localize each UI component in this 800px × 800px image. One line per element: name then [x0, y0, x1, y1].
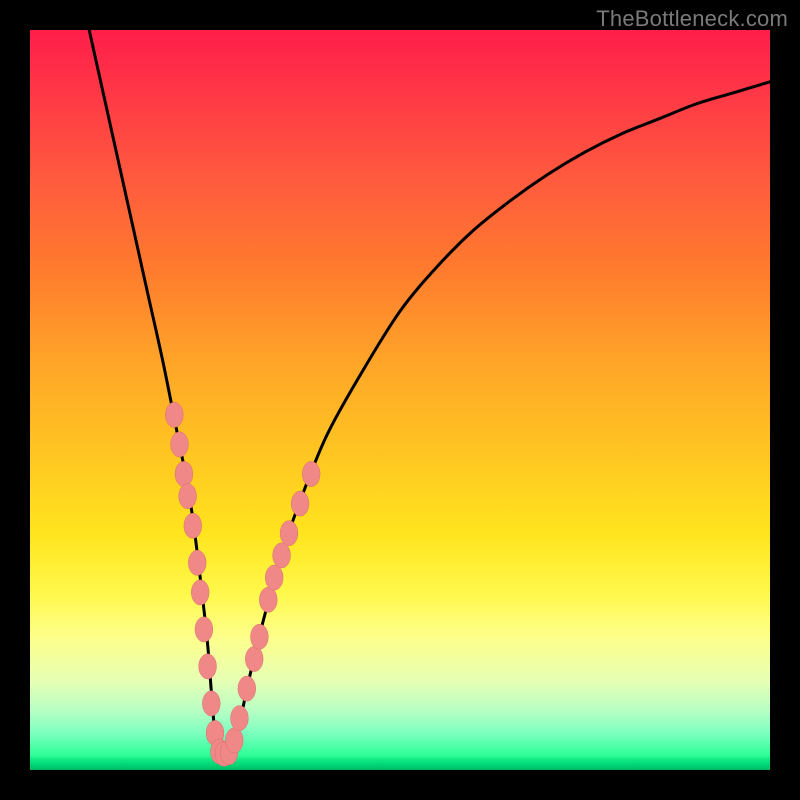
data-marker: [265, 565, 283, 590]
data-marker: [225, 728, 243, 753]
data-marker: [251, 624, 269, 649]
data-marker: [238, 676, 256, 701]
data-marker: [191, 580, 209, 605]
data-marker: [165, 402, 183, 427]
data-marker: [231, 706, 249, 731]
data-marker: [199, 654, 217, 679]
plot-area: [30, 30, 770, 770]
data-marker: [259, 587, 277, 612]
data-marker: [188, 550, 206, 575]
data-marker: [202, 691, 220, 716]
data-marker: [195, 617, 213, 642]
data-markers: [165, 402, 320, 766]
data-marker: [280, 521, 298, 546]
chart-svg: [30, 30, 770, 770]
data-marker: [302, 461, 320, 486]
data-marker: [179, 484, 197, 509]
bottleneck-curve: [89, 30, 770, 758]
outer-frame: TheBottleneck.com: [0, 0, 800, 800]
data-marker: [245, 646, 263, 671]
data-marker: [184, 513, 202, 538]
data-marker: [273, 543, 291, 568]
data-marker: [291, 491, 309, 516]
data-marker: [175, 461, 193, 486]
watermark-text: TheBottleneck.com: [596, 6, 788, 32]
data-marker: [171, 432, 189, 457]
